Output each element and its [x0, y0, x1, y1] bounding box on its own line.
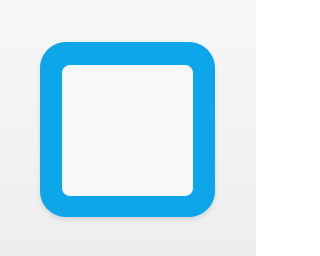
square-frame-icon — [40, 42, 215, 217]
app-icon-background — [0, 0, 256, 256]
square-inner-area — [62, 65, 193, 196]
